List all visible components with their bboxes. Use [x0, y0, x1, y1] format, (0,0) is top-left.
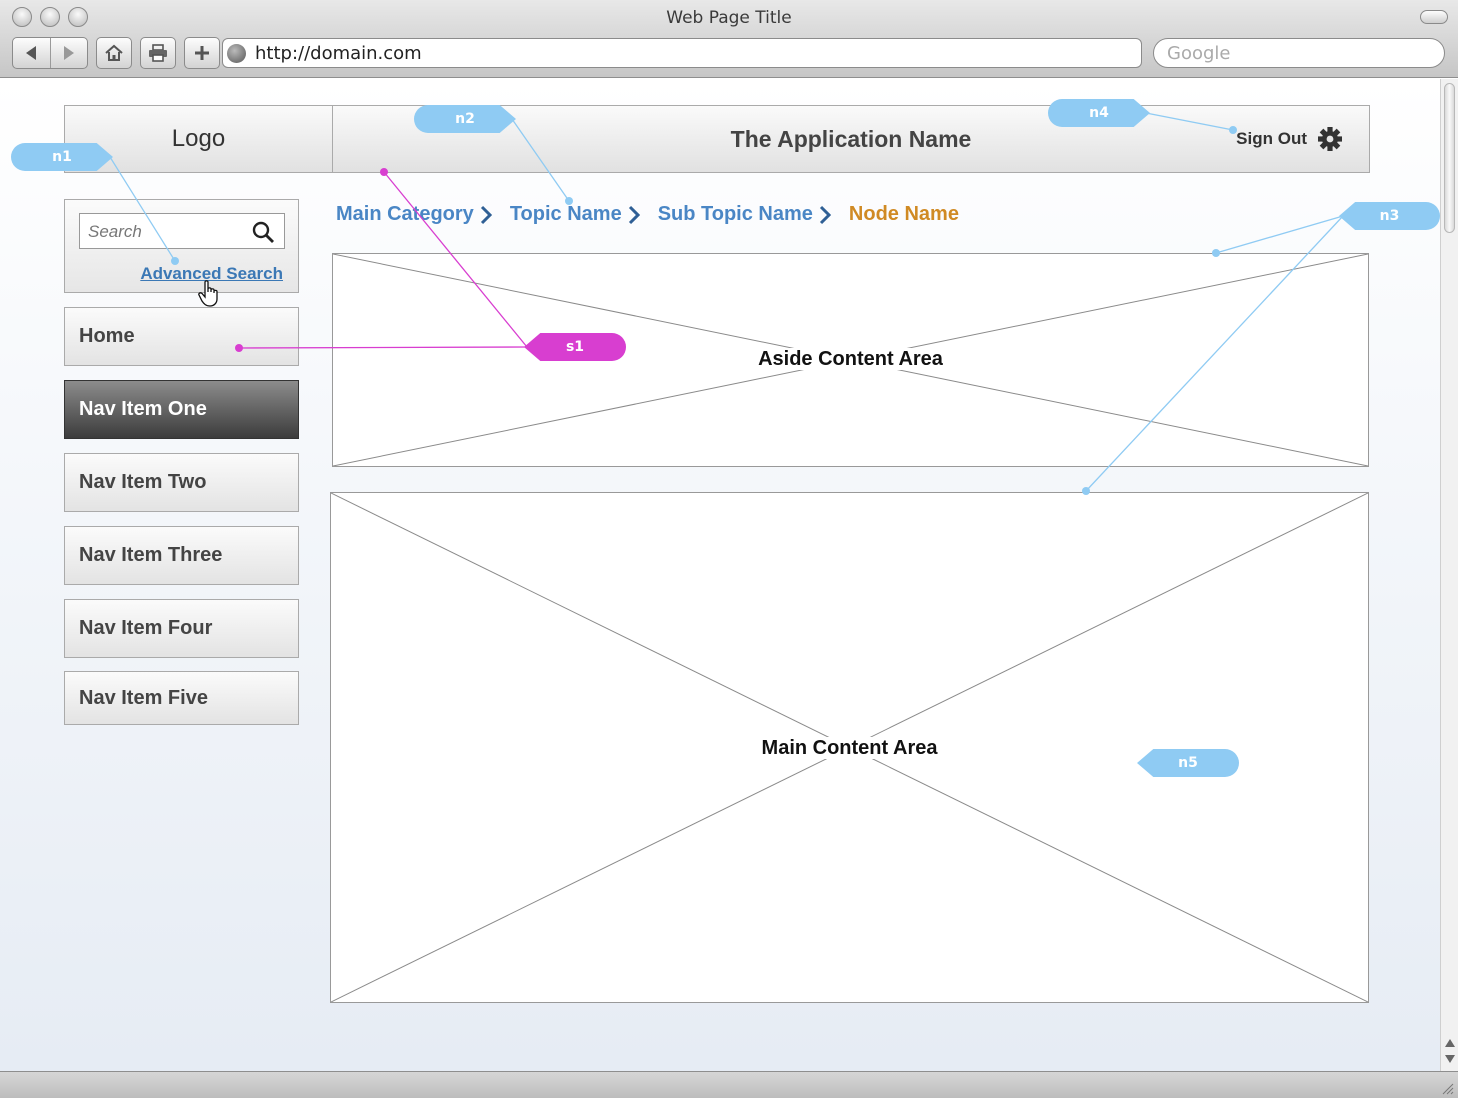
search-placeholder: Search: [88, 222, 142, 241]
breadcrumb-node-name: Node Name: [848, 203, 959, 225]
breadcrumb-topic-name[interactable]: Topic Name: [510, 203, 622, 226]
annotation-n1: n1: [11, 143, 113, 171]
page-viewport: Logo The Application Name Sign Out Searc…: [0, 79, 1440, 1071]
sidebar-search-panel: Search Advanced Search: [64, 199, 299, 293]
nav-item-five[interactable]: Nav Item Five: [64, 671, 299, 725]
scroll-up-arrow-icon[interactable]: [1445, 1039, 1455, 1047]
toolbar-toggle-button[interactable]: [1420, 10, 1448, 24]
resize-grip-icon[interactable]: [1440, 1081, 1454, 1095]
nav-item-three[interactable]: Nav Item Three: [64, 526, 299, 585]
nav-item-four[interactable]: Nav Item Four: [64, 599, 299, 658]
breadcrumb-sub-topic-name[interactable]: Sub Topic Name: [658, 203, 813, 226]
search-input[interactable]: Search: [79, 213, 285, 249]
sign-out-area: Sign Out: [1236, 126, 1343, 152]
window-title: Web Page Title: [666, 8, 792, 28]
scroll-down-arrow-icon[interactable]: [1445, 1055, 1455, 1063]
print-button[interactable]: [140, 37, 176, 69]
annotation-s1: s1: [524, 333, 626, 361]
url-text: http://domain.com: [255, 43, 422, 64]
browser-search-placeholder: Google: [1167, 43, 1231, 64]
aside-content-area: Aside Content Area: [332, 253, 1369, 467]
printer-icon: [149, 44, 167, 62]
history-nav-group: [12, 37, 88, 69]
app-header: Logo The Application Name Sign Out: [64, 105, 1370, 173]
forward-button[interactable]: [49, 38, 87, 68]
back-button[interactable]: [13, 38, 50, 68]
home-icon: [105, 44, 123, 61]
nav-item-one[interactable]: Nav Item One: [64, 380, 299, 439]
aside-content-label: Aside Content Area: [333, 348, 1368, 371]
nav-item-two[interactable]: Nav Item Two: [64, 453, 299, 512]
chevron-right-icon: [819, 205, 831, 225]
scrollbar-thumb[interactable]: [1444, 83, 1455, 233]
forward-arrow-icon: [63, 46, 74, 60]
address-bar[interactable]: http://domain.com: [222, 38, 1142, 68]
breadcrumb-main-category[interactable]: Main Category: [336, 203, 474, 226]
chevron-right-icon: [628, 205, 640, 225]
nav-item-home[interactable]: Home: [64, 307, 299, 366]
sign-out-link[interactable]: Sign Out: [1236, 129, 1307, 149]
main-content-area: Main Content Area: [330, 492, 1369, 1003]
search-icon[interactable]: [251, 220, 275, 244]
vertical-scrollbar[interactable]: [1440, 79, 1458, 1071]
globe-icon: [227, 44, 246, 63]
breadcrumb: Main Category Topic Name Sub Topic Name …: [336, 203, 959, 226]
annotation-n4: n4: [1048, 99, 1150, 127]
plus-icon: [195, 46, 209, 60]
annotation-n3: n3: [1339, 202, 1440, 230]
chevron-right-icon: [480, 205, 492, 225]
back-arrow-icon: [26, 46, 37, 60]
browser-search-field[interactable]: Google: [1153, 38, 1445, 68]
annotation-n5: n5: [1137, 749, 1239, 777]
status-bar: [0, 1071, 1458, 1098]
new-tab-button[interactable]: [184, 37, 220, 69]
gear-icon[interactable]: [1317, 126, 1343, 152]
home-button[interactable]: [96, 37, 132, 69]
hand-cursor-icon: [198, 280, 218, 307]
browser-toolbar: Web Page Title http://domain.com Google: [0, 0, 1458, 78]
annotation-n2: n2: [414, 105, 516, 133]
